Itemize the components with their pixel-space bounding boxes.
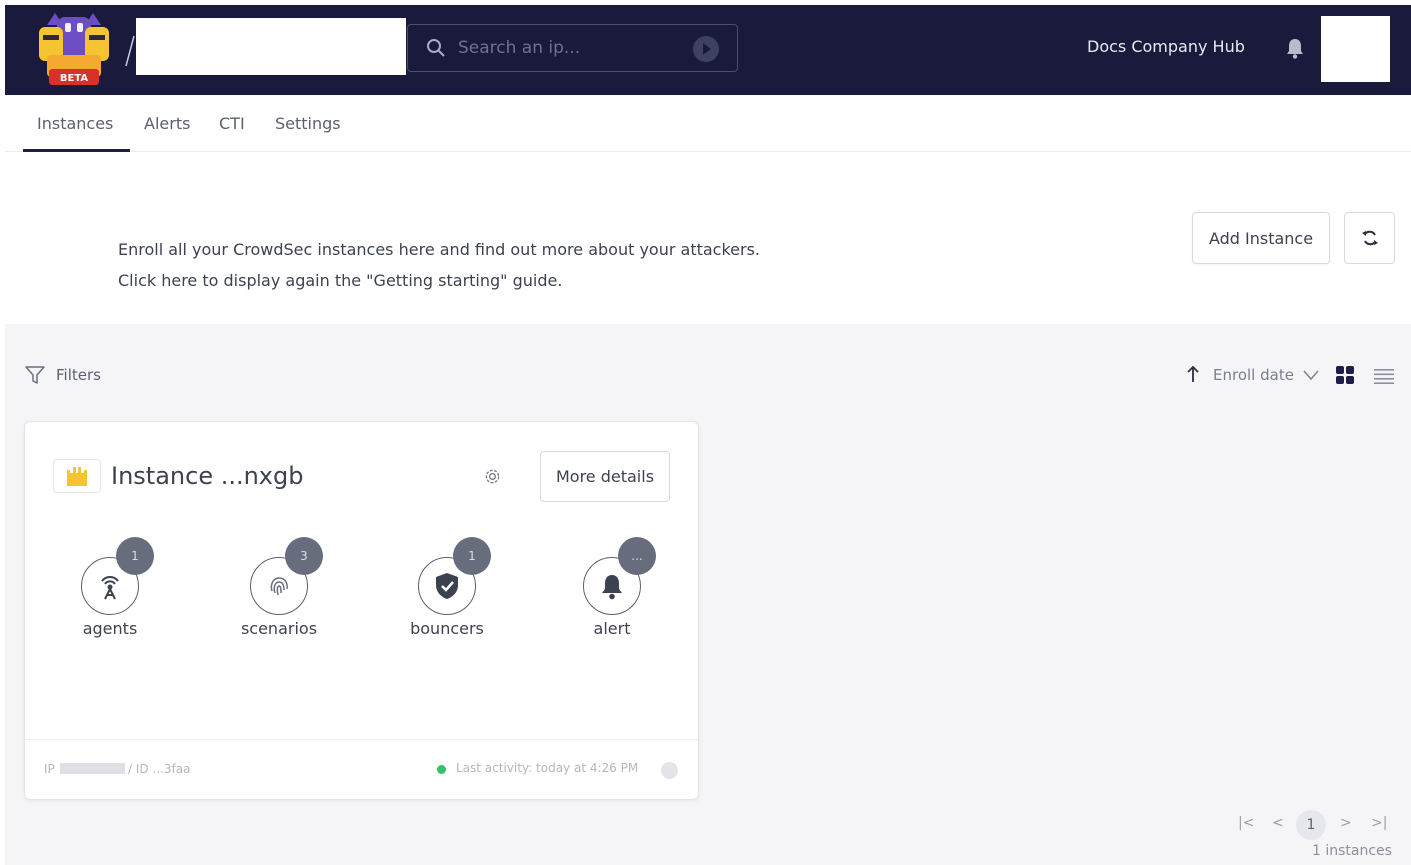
- chevron-down-icon[interactable]: [1303, 369, 1319, 381]
- search-submit-icon[interactable]: [693, 36, 719, 62]
- filter-funnel-icon: [25, 366, 45, 384]
- instance-card: Instance ...nxgb More details 1 agents 3: [24, 421, 699, 800]
- stat-agents[interactable]: 1 agents: [50, 537, 170, 647]
- online-status-dot: [437, 765, 446, 774]
- last-activity: Last activity: today at 4:26 PM: [456, 761, 639, 775]
- bouncers-count-badge: 1: [453, 537, 491, 575]
- list-view-icon[interactable]: [1374, 368, 1394, 384]
- intro-text: Enroll all your CrowdSec instances here …: [118, 240, 761, 259]
- next-page-button[interactable]: >: [1340, 815, 1352, 831]
- crowdsec-logo[interactable]: BETA: [35, 11, 113, 87]
- sort-field-label[interactable]: Enroll date: [1213, 366, 1294, 384]
- stat-label: scenarios: [240, 619, 318, 638]
- alert-count-badge: ...: [618, 537, 656, 575]
- tab-settings[interactable]: Settings: [275, 114, 341, 133]
- search-icon: [427, 39, 445, 57]
- instance-card-footer: IP / ID ...3faa Last activity: today at …: [25, 739, 698, 799]
- ip-redacted: [60, 763, 125, 774]
- breadcrumb-separator: [125, 35, 135, 67]
- ip-search: [407, 24, 738, 72]
- refresh-button[interactable]: [1344, 212, 1395, 264]
- instance-type-icon: [53, 459, 101, 493]
- filters-label: Filters: [56, 366, 101, 384]
- castle-icon: [67, 467, 87, 486]
- more-details-button[interactable]: More details: [540, 451, 670, 502]
- tab-instances[interactable]: Instances: [37, 114, 113, 133]
- notifications-bell-icon[interactable]: [1285, 37, 1305, 59]
- user-avatar[interactable]: [1321, 16, 1390, 82]
- last-page-button[interactable]: >|: [1371, 815, 1387, 831]
- antenna-icon: [101, 576, 119, 600]
- stat-label: agents: [82, 619, 138, 638]
- main-tabs: Instances Alerts CTI Settings: [5, 95, 1411, 152]
- filters-button[interactable]: Filters: [24, 364, 101, 386]
- tab-cti[interactable]: CTI: [219, 114, 245, 133]
- ip-label: IP: [44, 762, 55, 776]
- bell-icon: [602, 575, 622, 600]
- add-instance-button[interactable]: Add Instance: [1192, 212, 1330, 264]
- stat-alert[interactable]: ... alert: [552, 537, 672, 647]
- active-tab-indicator: [23, 149, 130, 152]
- prev-page-button[interactable]: <: [1272, 815, 1284, 831]
- first-page-button[interactable]: |<: [1238, 815, 1254, 831]
- gear-icon[interactable]: [483, 467, 502, 486]
- top-bar: BETA Docs Company Hub: [5, 5, 1411, 95]
- instance-title: Instance ...nxgb: [111, 462, 304, 490]
- organization-selector[interactable]: [136, 18, 406, 75]
- grid-view-icon[interactable]: [1336, 366, 1354, 384]
- sort-direction-icon[interactable]: [1186, 365, 1200, 383]
- tab-alerts[interactable]: Alerts: [144, 114, 190, 133]
- docs-company-hub-link[interactable]: Docs Company Hub: [1087, 37, 1245, 56]
- getting-started-link[interactable]: Click here to display again the "Getting…: [118, 271, 562, 290]
- stat-label: bouncers: [410, 619, 484, 638]
- search-input[interactable]: [458, 38, 688, 58]
- info-icon[interactable]: [661, 762, 678, 779]
- instances-count: 1 instances: [1312, 843, 1392, 859]
- stat-bouncers[interactable]: 1 bouncers: [387, 537, 507, 647]
- instance-id: / ID ...3faa: [128, 762, 191, 776]
- current-page[interactable]: 1: [1296, 810, 1326, 840]
- stat-label: alert: [593, 619, 631, 638]
- agents-count-badge: 1: [116, 537, 154, 575]
- fingerprint-icon: [270, 577, 288, 596]
- refresh-icon: [1361, 230, 1378, 246]
- stat-scenarios[interactable]: 3 scenarios: [219, 537, 339, 647]
- beta-badge: BETA: [60, 73, 88, 84]
- shield-check-icon: [436, 573, 458, 599]
- scenarios-count-badge: 3: [285, 537, 323, 575]
